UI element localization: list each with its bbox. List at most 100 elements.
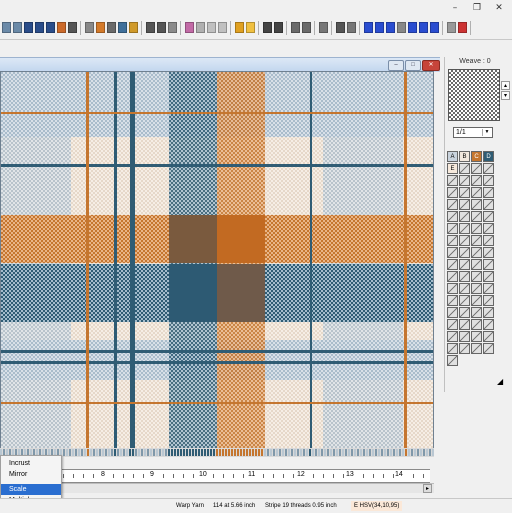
palette-empty-slot[interactable] — [483, 259, 494, 270]
palette-empty-slot[interactable] — [459, 343, 470, 354]
palette-empty-slot[interactable] — [483, 307, 494, 318]
palette-empty-slot[interactable] — [459, 295, 470, 306]
child-minimize-button[interactable]: – — [388, 60, 404, 71]
palette-empty-slot[interactable] — [459, 223, 470, 234]
palette-empty-slot[interactable] — [459, 259, 470, 270]
horizontal-scrollbar[interactable]: ▸ — [0, 483, 434, 493]
palette-empty-slot[interactable] — [471, 175, 482, 186]
toolbar-button-0-4[interactable] — [46, 22, 55, 33]
palette-empty-slot[interactable] — [447, 271, 458, 282]
toolbar-button-6-1[interactable] — [302, 22, 311, 33]
toolbar-button-9-6[interactable] — [430, 22, 439, 33]
palette-empty-slot[interactable] — [447, 187, 458, 198]
palette-empty-slot[interactable] — [471, 163, 482, 174]
toolbar-button-1-0[interactable] — [85, 22, 94, 33]
child-close-button[interactable]: ✕ — [422, 60, 440, 71]
palette-empty-slot[interactable] — [447, 199, 458, 210]
palette-empty-slot[interactable] — [459, 175, 470, 186]
palette-empty-slot[interactable] — [483, 271, 494, 282]
palette-empty-slot[interactable] — [447, 211, 458, 222]
palette-empty-slot[interactable] — [471, 271, 482, 282]
palette-empty-slot[interactable] — [459, 331, 470, 342]
palette-empty-slot[interactable] — [471, 247, 482, 258]
palette-empty-slot[interactable] — [447, 343, 458, 354]
toolbar-button-1-3[interactable] — [118, 22, 127, 33]
palette-empty-slot[interactable] — [483, 163, 494, 174]
palette-empty-slot[interactable] — [447, 235, 458, 246]
palette-empty-slot[interactable] — [459, 199, 470, 210]
palette-color-d[interactable]: D — [483, 151, 494, 162]
toolbar-button-0-1[interactable] — [13, 22, 22, 33]
toolbar-button-0-3[interactable] — [35, 22, 44, 33]
tartan-design-canvas[interactable] — [0, 71, 434, 457]
maximize-button[interactable]: ❐ — [466, 2, 488, 14]
toolbar-button-1-4[interactable] — [129, 22, 138, 33]
palette-empty-slot[interactable] — [483, 295, 494, 306]
menu-item-scale[interactable]: Scale — [1, 484, 61, 495]
palette-empty-slot[interactable] — [471, 295, 482, 306]
toolbar-button-10-0[interactable] — [447, 22, 456, 33]
toolbar-button-5-0[interactable] — [263, 22, 272, 33]
toolbar-button-0-2[interactable] — [24, 22, 33, 33]
palette-empty-slot[interactable] — [459, 307, 470, 318]
toolbar-button-3-2[interactable] — [207, 22, 216, 33]
palette-empty-slot[interactable] — [471, 187, 482, 198]
palette-empty-slot[interactable] — [447, 331, 458, 342]
toolbar-button-8-0[interactable] — [336, 22, 345, 33]
palette-empty-slot[interactable] — [447, 307, 458, 318]
palette-empty-slot[interactable] — [483, 247, 494, 258]
warp-ruler[interactable]: 8 9 10 11 12 13 14 — [0, 469, 430, 483]
palette-empty-slot[interactable] — [459, 211, 470, 222]
palette-empty-slot[interactable] — [471, 235, 482, 246]
palette-empty-slot[interactable] — [483, 223, 494, 234]
palette-empty-slot[interactable] — [471, 283, 482, 294]
toolbar-button-1-2[interactable] — [107, 22, 116, 33]
menu-item-incrust[interactable]: Incrust — [1, 458, 61, 469]
palette-empty-slot[interactable] — [459, 319, 470, 330]
toolbar-button-4-0[interactable] — [235, 22, 244, 33]
toolbar-button-0-6[interactable] — [68, 22, 77, 33]
weave-preview[interactable] — [448, 69, 500, 121]
resize-grip-icon[interactable]: ◢ — [497, 377, 503, 386]
palette-empty-slot[interactable] — [447, 283, 458, 294]
palette-empty-slot[interactable] — [459, 163, 470, 174]
palette-empty-slot[interactable] — [459, 247, 470, 258]
palette-empty-slot[interactable] — [459, 283, 470, 294]
toolbar-button-10-1[interactable] — [458, 22, 467, 33]
palette-empty-slot[interactable] — [471, 199, 482, 210]
toolbar-button-9-5[interactable] — [419, 22, 428, 33]
palette-empty-slot[interactable] — [447, 175, 458, 186]
toolbar-button-2-0[interactable] — [146, 22, 155, 33]
toolbar-button-5-1[interactable] — [274, 22, 283, 33]
toolbar-button-4-1[interactable] — [246, 22, 255, 33]
palette-empty-slot[interactable] — [471, 343, 482, 354]
palette-empty-slot[interactable] — [471, 319, 482, 330]
toolbar-button-2-2[interactable] — [168, 22, 177, 33]
palette-empty-slot[interactable] — [471, 307, 482, 318]
weave-up-icon[interactable]: ▴ — [501, 81, 510, 90]
palette-empty-slot[interactable] — [483, 211, 494, 222]
minimize-button[interactable]: – — [444, 2, 466, 14]
toolbar-button-0-0[interactable] — [2, 22, 11, 33]
toolbar-button-9-4[interactable] — [408, 22, 417, 33]
palette-empty-slot[interactable] — [483, 199, 494, 210]
palette-empty-slot[interactable] — [447, 247, 458, 258]
toolbar-button-6-0[interactable] — [291, 22, 300, 33]
toolbar-button-1-1[interactable] — [96, 22, 105, 33]
palette-empty-slot[interactable] — [471, 259, 482, 270]
toolbar-button-8-1[interactable] — [347, 22, 356, 33]
palette-empty-slot[interactable] — [459, 271, 470, 282]
toolbar-button-9-2[interactable] — [386, 22, 395, 33]
palette-empty-slot[interactable] — [447, 295, 458, 306]
toolbar-button-9-3[interactable] — [397, 22, 406, 33]
palette-empty-slot[interactable] — [483, 331, 494, 342]
palette-empty-slot[interactable] — [483, 235, 494, 246]
palette-empty-slot[interactable] — [447, 319, 458, 330]
scroll-right-icon[interactable]: ▸ — [423, 484, 432, 493]
toolbar-button-2-1[interactable] — [157, 22, 166, 33]
weave-select[interactable]: 1/1 ▼ — [453, 127, 493, 138]
document-title-bar[interactable]: – □ ✕ — [0, 57, 440, 72]
palette-empty-slot[interactable] — [471, 223, 482, 234]
toolbar-button-3-0[interactable] — [185, 22, 194, 33]
palette-empty-slot[interactable] — [483, 319, 494, 330]
